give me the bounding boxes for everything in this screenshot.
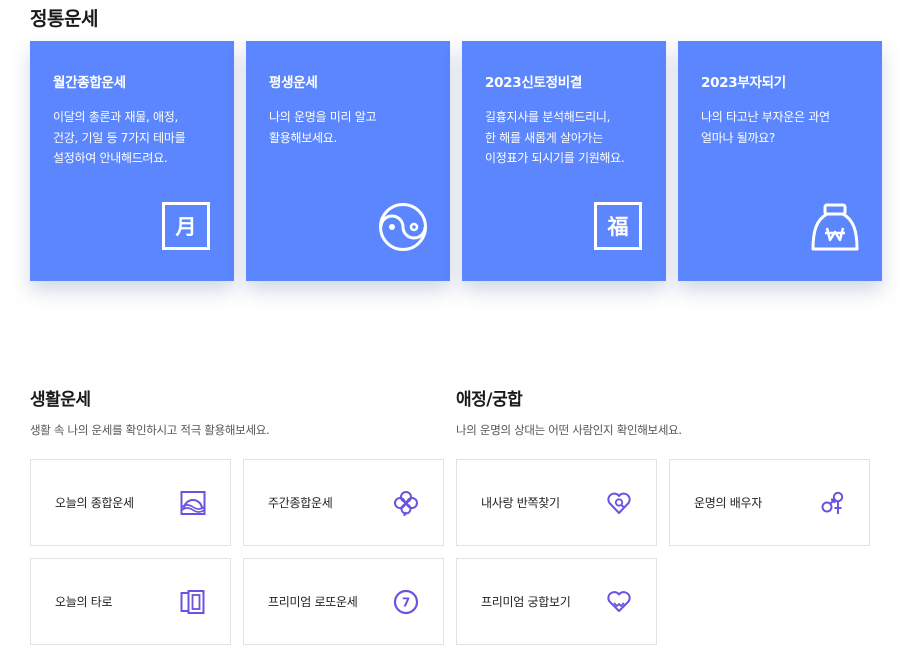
yin-yang-icon: [378, 202, 428, 252]
card-become-rich[interactable]: 2023부자되기 나의 타고난 부자운은 과연 얼마나 될까요?: [678, 41, 882, 281]
tile-today-fortune[interactable]: 오늘의 종합운세: [30, 459, 231, 546]
tile-weekly-fortune[interactable]: 주간종합운세: [243, 459, 444, 546]
card-title: 2023부자되기: [701, 75, 786, 91]
section-subtitle-life: 생활 속 나의 운세를 확인하시고 적극 활용해보세요.: [30, 423, 270, 437]
calendar-month-glyph: 月: [162, 202, 210, 250]
card-monthly-fortune[interactable]: 월간종합운세 이달의 총론과 재물, 애정, 건강, 기일 등 7가지 테마를 …: [30, 41, 234, 281]
sunrise-icon: [180, 490, 206, 516]
heart-search-icon: [606, 490, 632, 516]
section-title-traditional: 정통운세: [30, 8, 98, 30]
card-title: 평생운세: [269, 75, 318, 91]
tile-label: 프리미엄 궁합보기: [481, 595, 571, 609]
card-new-tojeong[interactable]: 2023신토정비결 길흉지사를 분석해드리니, 한 해를 새롭게 살아가는 이정…: [462, 41, 666, 281]
lotto-ball-icon: 7: [393, 589, 419, 615]
card-title: 2023신토정비결: [485, 75, 582, 91]
tile-premium-lotto[interactable]: 프리미엄 로또운세 7: [243, 558, 444, 645]
tile-premium-compatibility[interactable]: 프리미엄 궁합보기: [456, 558, 657, 645]
clover-icon: [393, 490, 419, 516]
card-description: 이달의 총론과 재물, 애정, 건강, 기일 등 7가지 테마를 설정하여 안내…: [53, 110, 186, 165]
section-title-love: 애정/궁합: [456, 390, 523, 410]
section-title-life: 생활운세: [30, 390, 91, 410]
heart-hands-icon: [606, 589, 632, 615]
card-description: 나의 운명을 미리 알고 활용해보세요.: [269, 110, 377, 145]
tile-today-tarot[interactable]: 오늘의 타로: [30, 558, 231, 645]
card-description: 나의 타고난 부자운은 과연 얼마나 될까요?: [701, 110, 830, 145]
fortune-bok-icon: 福: [594, 202, 644, 252]
tile-label: 오늘의 타로: [55, 595, 113, 609]
life-fortune-section: 생활운세 생활 속 나의 운세를 확인하시고 적극 활용해보세요.: [30, 385, 270, 438]
section-subtitle-love: 나의 운명의 상대는 어떤 사람인지 확인해보세요.: [456, 423, 682, 437]
tarot-cards-icon: [180, 589, 206, 615]
tile-find-soulmate[interactable]: 내사랑 반쪽찾기: [456, 459, 657, 546]
tile-label: 프리미엄 로또운세: [268, 595, 358, 609]
traditional-fortune-cards: 월간종합운세 이달의 총론과 재물, 애정, 건강, 기일 등 7가지 테마를 …: [30, 41, 882, 281]
lotto-number: 7: [402, 595, 410, 609]
fortune-bok-glyph: 福: [594, 202, 642, 250]
love-fortune-section: 애정/궁합 나의 운명의 상대는 어떤 사람인지 확인해보세요.: [456, 385, 682, 438]
tile-label: 운명의 배우자: [694, 496, 762, 510]
tile-destined-spouse[interactable]: 운명의 배우자: [669, 459, 870, 546]
tile-label: 내사랑 반쪽찾기: [481, 496, 560, 510]
calendar-month-icon: 月: [162, 202, 212, 252]
tile-label: 오늘의 종합운세: [55, 496, 134, 510]
gender-symbols-icon: [819, 490, 845, 516]
tile-label: 주간종합운세: [268, 496, 333, 510]
card-description: 길흉지사를 분석해드리니, 한 해를 새롭게 살아가는 이정표가 되시기를 기원…: [485, 110, 625, 165]
card-lifetime-fortune[interactable]: 평생운세 나의 운명을 미리 알고 활용해보세요.: [246, 41, 450, 281]
card-title: 월간종합운세: [53, 75, 126, 91]
money-bag-icon: [810, 202, 860, 252]
